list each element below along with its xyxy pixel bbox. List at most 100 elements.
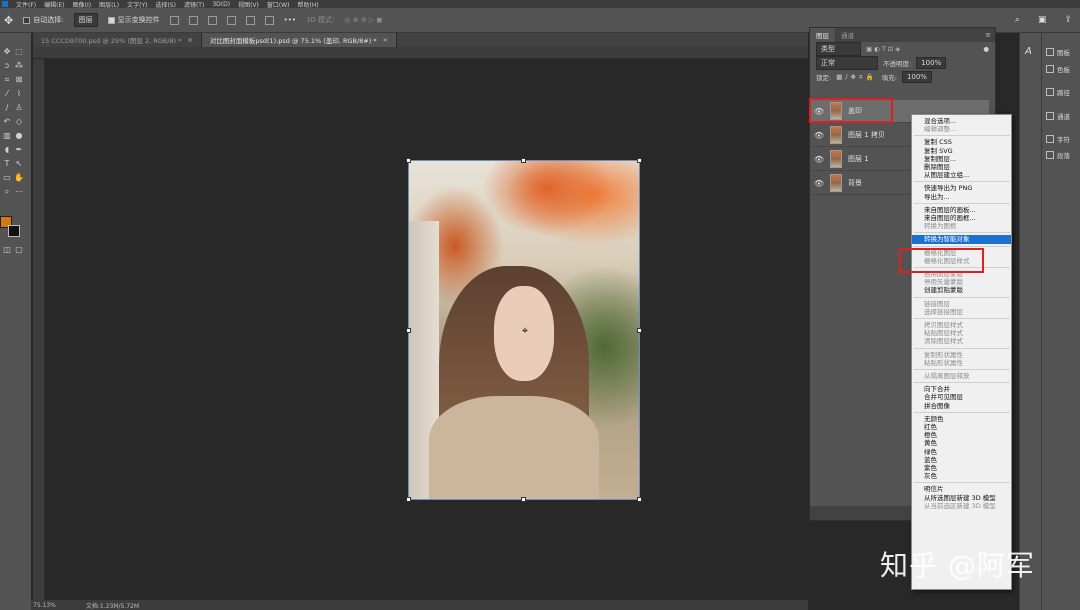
auto-select-target-dropdown[interactable]: 图层 [73, 13, 98, 27]
dock-item-6[interactable]: 段落 [1046, 150, 1070, 160]
transform-handle-tl[interactable] [406, 158, 411, 163]
share-icon[interactable]: ⇪ [1064, 15, 1072, 25]
context-menu-item[interactable]: 拼合图像 [912, 402, 1011, 411]
show-transform-label: 显示变换控件 [117, 16, 160, 24]
align-bottom-icon[interactable] [207, 15, 217, 25]
search-icon[interactable]: ⌕ [1015, 15, 1020, 25]
history-brush-icon[interactable]: ↶ [2, 117, 12, 127]
doc-tab-1[interactable]: 15 CCCD9700.psd @ 25% (图层 2, RGB/8) * × [33, 33, 202, 47]
lasso-tool-icon[interactable]: ↄ [2, 61, 12, 71]
path-select-icon[interactable]: ↖ [14, 159, 24, 169]
auto-select-label: 自动选择: [33, 16, 64, 24]
visibility-eye-icon[interactable]: 👁 [811, 131, 827, 140]
magic-wand-icon[interactable]: ⁂ [14, 61, 24, 71]
transform-handle-bl[interactable] [406, 497, 411, 502]
align-left-icon[interactable] [226, 15, 236, 25]
zoom-level[interactable]: 75.13% [33, 602, 56, 609]
menu-separator [914, 411, 1010, 413]
dock-item-2[interactable]: 色板 [1046, 64, 1070, 74]
clone-stamp-icon[interactable]: ♙ [14, 103, 24, 113]
doc-tab-2[interactable]: 对比图封面模板psd(1).psd @ 75.1% (盖印, RGB/8#) *… [201, 33, 398, 47]
frame-tool-icon[interactable]: ⊠ [14, 75, 24, 85]
filter-kind-dropdown[interactable]: 类型 [816, 42, 861, 56]
context-menu-item: 从隔离图层释放 [924, 372, 970, 380]
align-right-icon[interactable] [264, 15, 274, 25]
dodge-tool-icon[interactable]: ◖ [2, 145, 12, 155]
transform-handle-tr[interactable] [637, 158, 642, 163]
transform-handle-mr[interactable] [637, 328, 642, 333]
auto-select-checkbox[interactable]: 自动选择: [23, 15, 64, 25]
dock-item-4[interactable]: 通道 [1046, 111, 1070, 121]
show-transform-checkbox[interactable]: 显示变换控件 [107, 15, 160, 25]
para-icon [1046, 151, 1054, 159]
transform-center-icon[interactable]: ⌖ [519, 325, 531, 337]
photoshop-logo-icon [2, 1, 8, 7]
visibility-eye-icon[interactable]: 👁 [811, 179, 827, 188]
transform-handle-bc[interactable] [521, 497, 526, 502]
marquee-tool-icon[interactable]: ⬚ [14, 47, 24, 57]
blend-mode-dropdown[interactable]: 正常 [816, 56, 878, 70]
context-menu-item[interactable]: 转换为智能对象 [912, 235, 1011, 245]
blur-tool-icon[interactable]: ● [14, 131, 24, 141]
crop-tool-icon[interactable]: ⌗ [2, 75, 12, 85]
transform-handle-ml[interactable] [406, 328, 411, 333]
filter-toggle-icon[interactable]: ● [983, 45, 989, 53]
lock-icons[interactable]: ▦∕✥⌗🔒 [836, 73, 877, 82]
brush-tool-icon[interactable]: ∕ [2, 103, 12, 113]
context-menu-item: 粘贴形状属性 [924, 358, 963, 367]
more-tools-icon[interactable]: ⋯ [14, 187, 24, 197]
quick-mask-icon[interactable]: ◫ [2, 245, 12, 255]
3d-orbit-icon[interactable]: ◎ ⊕ ✣ ▷ ◼ [344, 16, 382, 24]
shape-tool-icon[interactable]: ▭ [2, 173, 12, 183]
context-menu-item[interactable]: 创建剪贴蒙版 [912, 286, 1011, 295]
menu-separator [914, 318, 1010, 319]
align-top-icon[interactable] [169, 15, 179, 25]
transform-handle-tc[interactable] [521, 158, 526, 163]
background-color-swatch[interactable] [8, 225, 20, 237]
context-menu-item[interactable]: 灰色 [912, 472, 1011, 481]
eyedropper-icon[interactable]: ⁄ [2, 89, 12, 99]
doc-size: 文档:1.23M/5.72M [85, 602, 140, 610]
healing-brush-icon[interactable]: ⌇ [14, 89, 24, 99]
screen-mode-icon[interactable]: ▢ [14, 245, 24, 255]
opacity-input[interactable]: 100% [916, 57, 947, 69]
align-vcenter-icon[interactable] [188, 15, 198, 25]
zoom-tool-icon[interactable]: ⌕ [2, 187, 12, 197]
menu-separator [914, 482, 1010, 484]
hand-tool-icon[interactable]: ✋ [14, 173, 24, 183]
close-icon[interactable]: × [383, 36, 388, 44]
workspace-icon[interactable]: ▣ [1038, 15, 1047, 25]
dock-item-1[interactable]: 图板 [1046, 47, 1070, 57]
layer-thumbnail [830, 174, 842, 192]
fill-input[interactable]: 100% [901, 71, 932, 83]
move-tool-icon[interactable]: ✥ [2, 47, 12, 57]
menu-separator [914, 202, 1010, 204]
more-options-button[interactable]: ••• [284, 16, 296, 24]
pen-tool-icon[interactable]: ✒ [14, 145, 24, 155]
glyph-icon[interactable]: A [1025, 46, 1032, 57]
eraser-icon[interactable]: ◇ [14, 117, 24, 127]
close-icon[interactable]: × [187, 36, 192, 44]
dock-item-5[interactable]: 字符 [1046, 134, 1070, 144]
menu-separator [914, 181, 1010, 183]
doc-tab-label: 对比图封面模板psd(1).psd @ 75.1% (盖印, RGB/8#) * [209, 37, 377, 45]
photo-coat [429, 396, 599, 499]
align-hcenter-icon[interactable] [245, 15, 255, 25]
paths-icon [1046, 88, 1054, 96]
tools-panel: ✥ ⬚ ↄ ⁂ ⌗ ⊠ ⁄ ⌇ ∕ ♙ ↶ ◇ ▥ ● ◖ ✒ T ↖ ▭ ✋ … [0, 33, 31, 610]
gradient-tool-icon[interactable]: ▥ [2, 131, 12, 141]
filter-icons[interactable]: ▣◐T⊡◈ [866, 45, 902, 53]
3d-mode-label: 3D 模式: [305, 16, 335, 24]
menu-3d[interactable]: 3D(D) [212, 1, 230, 8]
context-menu-item[interactable]: 导出为... [912, 193, 1011, 202]
fill-label: 填充: [881, 74, 897, 82]
text-tool-icon[interactable]: T [2, 159, 12, 169]
dock-item-3[interactable]: 路径 [1046, 87, 1070, 97]
panel-menu-icon[interactable]: ≡ [985, 31, 991, 39]
context-menu-item[interactable]: 从图层建立组... [912, 171, 1011, 180]
tab-channels[interactable]: 通道 [835, 28, 860, 42]
tab-layers[interactable]: 图层 [810, 28, 835, 42]
transform-handle-br[interactable] [637, 497, 642, 502]
move-tool-icon[interactable]: ✥ [4, 14, 13, 27]
visibility-eye-icon[interactable]: 👁 [811, 155, 827, 164]
